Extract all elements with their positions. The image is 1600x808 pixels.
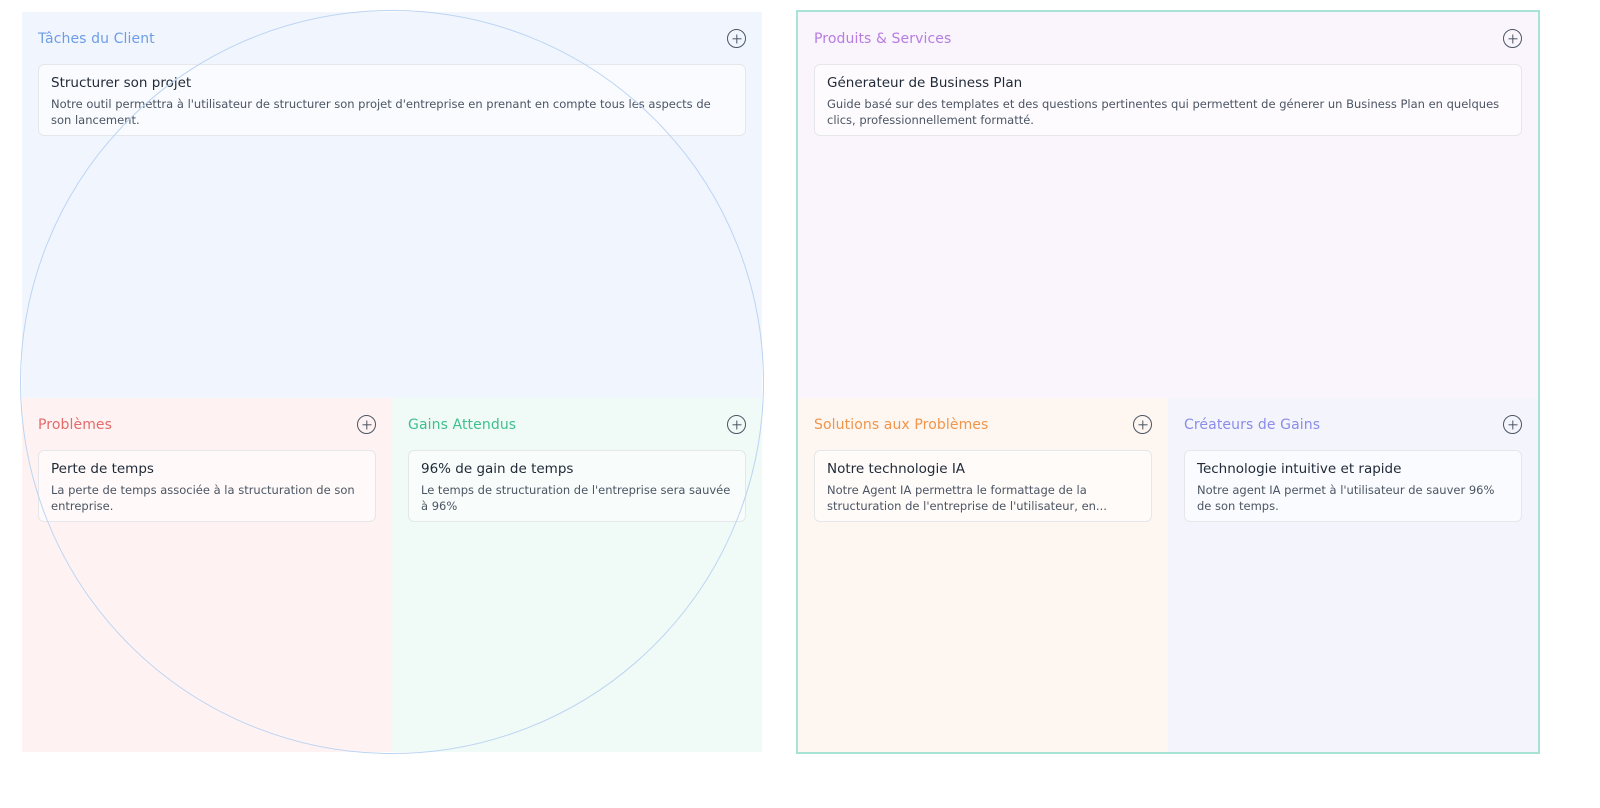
card-title: Perte de temps — [51, 461, 154, 477]
gains-title: Gains Attendus — [408, 417, 517, 433]
products-services-section: Produits & Services Génerateur de Busine… — [798, 12, 1538, 398]
card-title: Technologie intuitive et rapide — [1197, 461, 1402, 477]
customer-jobs-section: Tâches du Client Structurer son projet N… — [22, 12, 762, 398]
pain-relievers-header: Solutions aux Problèmes — [814, 415, 1152, 437]
gain-card[interactable]: 96% de gain de temps Le temps de structu… — [408, 450, 746, 522]
pain-card[interactable]: Perte de temps La perte de temps associé… — [38, 450, 376, 522]
card-description: Le temps de structuration de l'entrepris… — [421, 483, 731, 513]
pain-reliever-card[interactable]: Notre technologie IA Notre Agent IA perm… — [814, 450, 1152, 522]
pain-relievers-section: Solutions aux Problèmes Notre technologi… — [798, 398, 1168, 752]
card-title: 96% de gain de temps — [421, 461, 574, 477]
card-description: La perte de temps associée à la structur… — [51, 483, 355, 513]
product-service-card[interactable]: Génerateur de Business Plan Guide basé s… — [814, 64, 1522, 136]
customer-jobs-header: Tâches du Client — [38, 29, 746, 51]
customer-profile-panel: Tâches du Client Structurer son projet N… — [22, 12, 762, 752]
add-customer-job-button[interactable] — [727, 29, 746, 48]
add-gain-creator-button[interactable] — [1503, 415, 1522, 434]
pains-title: Problèmes — [38, 417, 113, 433]
pains-header: Problèmes — [38, 415, 376, 437]
customer-jobs-title: Tâches du Client — [38, 31, 155, 47]
add-gain-button[interactable] — [727, 415, 746, 434]
gain-creators-header: Créateurs de Gains — [1184, 415, 1522, 437]
gains-section: Gains Attendus 96% de gain de temps Le t… — [392, 398, 762, 752]
add-pain-reliever-button[interactable] — [1133, 415, 1152, 434]
products-services-title: Produits & Services — [814, 31, 952, 47]
card-description: Guide basé sur des templates et des ques… — [827, 97, 1500, 127]
card-description: Notre agent IA permet à l'utilisateur de… — [1197, 483, 1495, 513]
pain-relievers-title: Solutions aux Problèmes — [814, 417, 989, 433]
gains-header: Gains Attendus — [408, 415, 746, 437]
card-title: Structurer son projet — [51, 75, 192, 91]
card-description: Notre outil permettra à l'utilisateur de… — [51, 97, 711, 127]
value-map-panel: Produits & Services Génerateur de Busine… — [796, 10, 1540, 754]
customer-job-card[interactable]: Structurer son projet Notre outil permet… — [38, 64, 746, 136]
add-product-service-button[interactable] — [1503, 29, 1522, 48]
card-description: Notre Agent IA permettra le formattage d… — [827, 483, 1107, 513]
card-title: Génerateur de Business Plan — [827, 75, 1023, 91]
products-services-header: Produits & Services — [814, 29, 1522, 51]
pains-section: Problèmes Perte de temps La perte de tem… — [22, 398, 392, 752]
gain-creators-section: Créateurs de Gains Technologie intuitive… — [1168, 398, 1538, 752]
gain-creators-title: Créateurs de Gains — [1184, 417, 1321, 433]
add-pain-button[interactable] — [357, 415, 376, 434]
card-title: Notre technologie IA — [827, 461, 966, 477]
gain-creator-card[interactable]: Technologie intuitive et rapide Notre ag… — [1184, 450, 1522, 522]
